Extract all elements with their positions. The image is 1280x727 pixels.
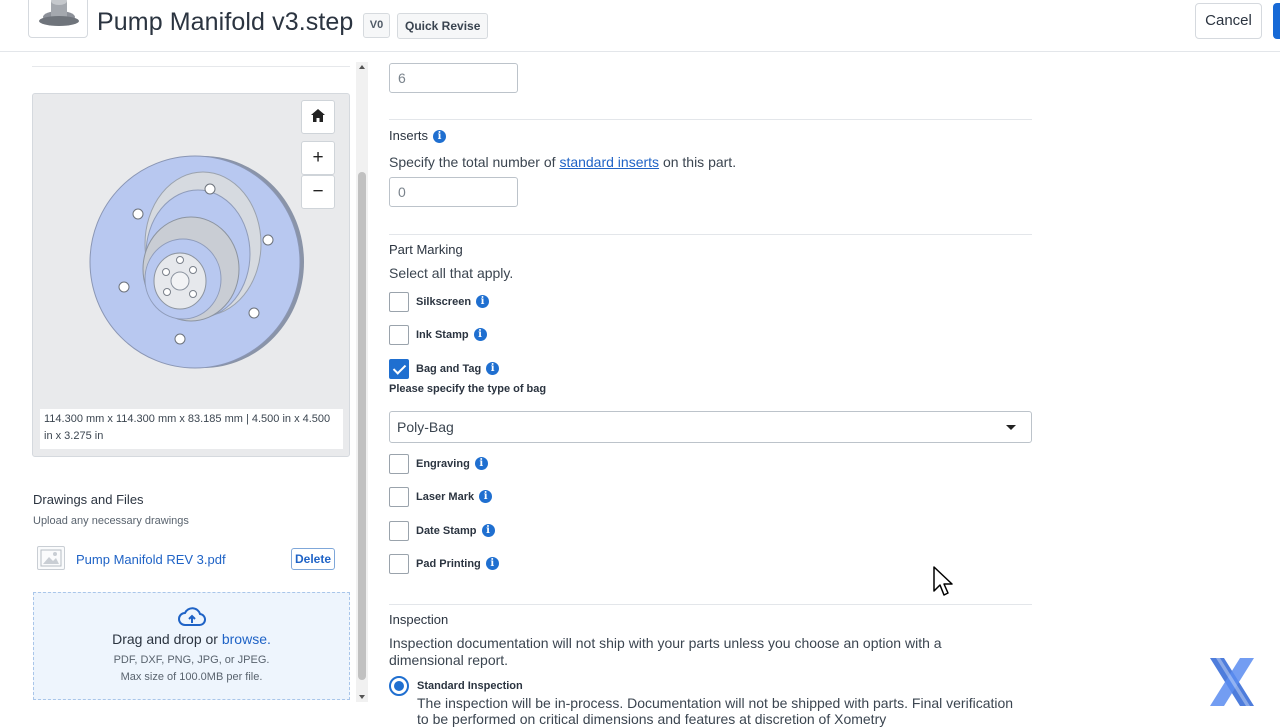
- info-icon[interactable]: i: [486, 362, 500, 375]
- info-icon[interactable]: i: [433, 130, 447, 143]
- bag-type-value: Poly-Bag: [397, 419, 454, 435]
- scroll-thumb[interactable]: [358, 172, 366, 680]
- browse-link[interactable]: browse.: [222, 631, 271, 647]
- standard-inspection-label: Standard Inspection: [417, 680, 523, 692]
- quantity-field[interactable]: 6: [389, 63, 518, 93]
- 3d-viewer[interactable]: + − 114.300 mm x 114.300 mm x 83.185 mm …: [32, 93, 350, 457]
- home-view-button[interactable]: [301, 100, 335, 134]
- dropzone-text: Drag and drop or browse.: [34, 631, 349, 647]
- inserts-label: Inserts: [389, 128, 429, 143]
- dropzone-max-size: Max size of 100.0MB per file.: [120, 671, 263, 683]
- zoom-out-icon: −: [312, 181, 324, 202]
- page-title: Pump Manifold v3.step: [97, 8, 354, 36]
- bag-type-select[interactable]: Poly-Bag: [389, 411, 1032, 443]
- xometry-logo-icon: [1204, 654, 1260, 710]
- option-label: Engraving i: [416, 457, 488, 470]
- part-thumbnail[interactable]: [28, 0, 88, 38]
- file-row: Pump Manifold REV 3.pdf Delete: [33, 541, 350, 577]
- zoom-in-button[interactable]: +: [301, 141, 335, 175]
- divider: [32, 66, 350, 67]
- version-badge: V0: [363, 13, 390, 38]
- info-icon[interactable]: i: [474, 457, 488, 470]
- option-label: Bag and Tag i: [416, 362, 500, 375]
- scroll-up-icon[interactable]: [359, 65, 365, 69]
- left-scrollbar[interactable]: [356, 62, 368, 702]
- inserts-desc-suffix: on this part.: [662, 154, 737, 170]
- upload-hint: Upload any necessary drawings: [33, 515, 189, 527]
- file-dropzone[interactable]: Drag and drop or browse. PDF, DXF, PNG, …: [33, 592, 350, 700]
- bag-type-prompt: Please specify the type of bag: [389, 383, 547, 395]
- info-icon[interactable]: i: [479, 490, 493, 503]
- primary-action-button[interactable]: [1273, 3, 1280, 39]
- scroll-down-icon[interactable]: [359, 695, 365, 699]
- mouse-cursor-icon: [932, 565, 956, 599]
- part-preview-panel: + − 114.300 mm x 114.300 mm x 83.185 mm …: [0, 52, 370, 720]
- zoom-in-icon: +: [312, 147, 324, 168]
- inspection-description: Inspection documentation will not ship w…: [389, 635, 942, 668]
- standard-inserts-link[interactable]: standard inserts: [559, 154, 659, 170]
- upload-cloud-icon: [178, 607, 206, 632]
- info-icon[interactable]: i: [476, 295, 490, 308]
- ink-stamp-checkbox[interactable]: [389, 325, 409, 345]
- header-bar: Pump Manifold v3.step V0 Quick Revise Ca…: [0, 0, 1280, 52]
- standard-inspection-description: The inspection will be in-process. Docum…: [417, 695, 1014, 727]
- inspection-heading: Inspection: [389, 612, 449, 627]
- option-label: Pad Printing i: [416, 557, 499, 570]
- zoom-out-button[interactable]: −: [301, 175, 335, 209]
- option-label: Date Stamp i: [416, 524, 495, 537]
- silkscreen-checkbox[interactable]: [389, 292, 409, 312]
- delete-file-button[interactable]: Delete: [291, 548, 335, 570]
- option-label: Laser Mark i: [416, 490, 493, 503]
- quick-revise-button[interactable]: Quick Revise: [397, 13, 489, 39]
- info-icon[interactable]: i: [485, 557, 499, 570]
- standard-inspection-radio[interactable]: [389, 676, 409, 696]
- info-icon[interactable]: i: [481, 524, 495, 537]
- home-icon: [311, 106, 325, 128]
- chevron-down-icon: [1006, 425, 1016, 430]
- date-stamp-checkbox[interactable]: [389, 521, 409, 541]
- bag-and-tag-checkbox[interactable]: [389, 359, 409, 379]
- part-options-form: 6 Inserts i Specify the total number of s…: [389, 52, 1032, 727]
- part-marking-heading: Part Marking: [389, 242, 463, 257]
- image-file-icon: [37, 546, 65, 570]
- divider: [389, 119, 1032, 120]
- file-name-link[interactable]: Pump Manifold REV 3.pdf: [76, 552, 226, 567]
- inserts-description: Specify the total number of standard ins…: [389, 154, 736, 170]
- inserts-heading: Inserts i: [389, 128, 447, 143]
- inserts-desc-text: Specify the total number of: [389, 154, 556, 170]
- part-marking-description: Select all that apply.: [389, 265, 514, 281]
- option-label: Silkscreen i: [416, 295, 490, 308]
- divider: [389, 234, 1032, 235]
- drawings-heading: Drawings and Files: [33, 492, 144, 507]
- dropzone-label: Drag and drop or: [112, 631, 218, 647]
- inserts-field[interactable]: 0: [389, 177, 518, 207]
- dropzone-formats: PDF, DXF, PNG, JPG, or JPEG.: [113, 654, 270, 666]
- divider: [389, 604, 1032, 605]
- cancel-button[interactable]: Cancel: [1195, 3, 1262, 39]
- laser-mark-checkbox[interactable]: [389, 487, 409, 507]
- info-icon[interactable]: i: [473, 328, 487, 341]
- pad-printing-checkbox[interactable]: [389, 554, 409, 574]
- part-dimensions: 114.300 mm x 114.300 mm x 83.185 mm | 4.…: [40, 409, 343, 449]
- option-label: Ink Stamp i: [416, 328, 487, 341]
- engraving-checkbox[interactable]: [389, 454, 409, 474]
